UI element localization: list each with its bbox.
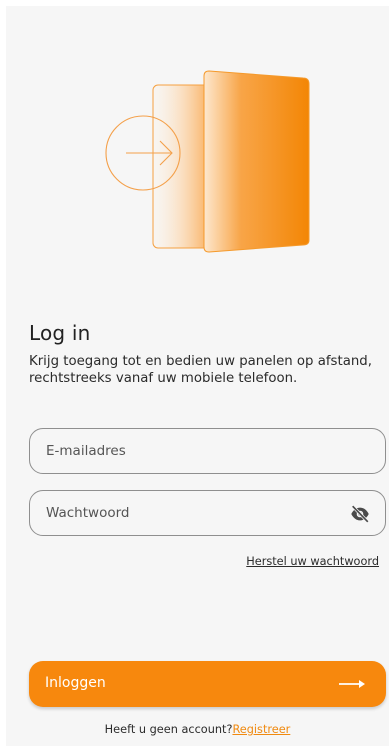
password-input[interactable] bbox=[30, 491, 385, 535]
login-button-label: Inloggen bbox=[45, 675, 106, 691]
page-subtitle: Krijg toegang tot en bedien uw panelen o… bbox=[29, 354, 372, 386]
login-button[interactable]: Inloggen bbox=[29, 661, 386, 707]
forgot-password-link[interactable]: Herstel uw wachtwoord bbox=[246, 555, 379, 568]
door-arrow-icon bbox=[105, 70, 310, 253]
eye-off-icon[interactable] bbox=[349, 503, 371, 525]
page-title: Log in bbox=[29, 321, 91, 345]
arrow-right-icon bbox=[339, 680, 365, 688]
register-prompt: Heeft u geen account?Registreer bbox=[6, 723, 389, 736]
email-input[interactable] bbox=[30, 429, 385, 473]
register-link[interactable]: Registreer bbox=[232, 723, 290, 736]
login-screen: Log in Krijg toegang tot en bedien uw pa… bbox=[6, 6, 389, 746]
password-field[interactable] bbox=[29, 490, 386, 536]
email-field[interactable] bbox=[29, 428, 386, 474]
register-prompt-text: Heeft u geen account? bbox=[104, 723, 233, 736]
